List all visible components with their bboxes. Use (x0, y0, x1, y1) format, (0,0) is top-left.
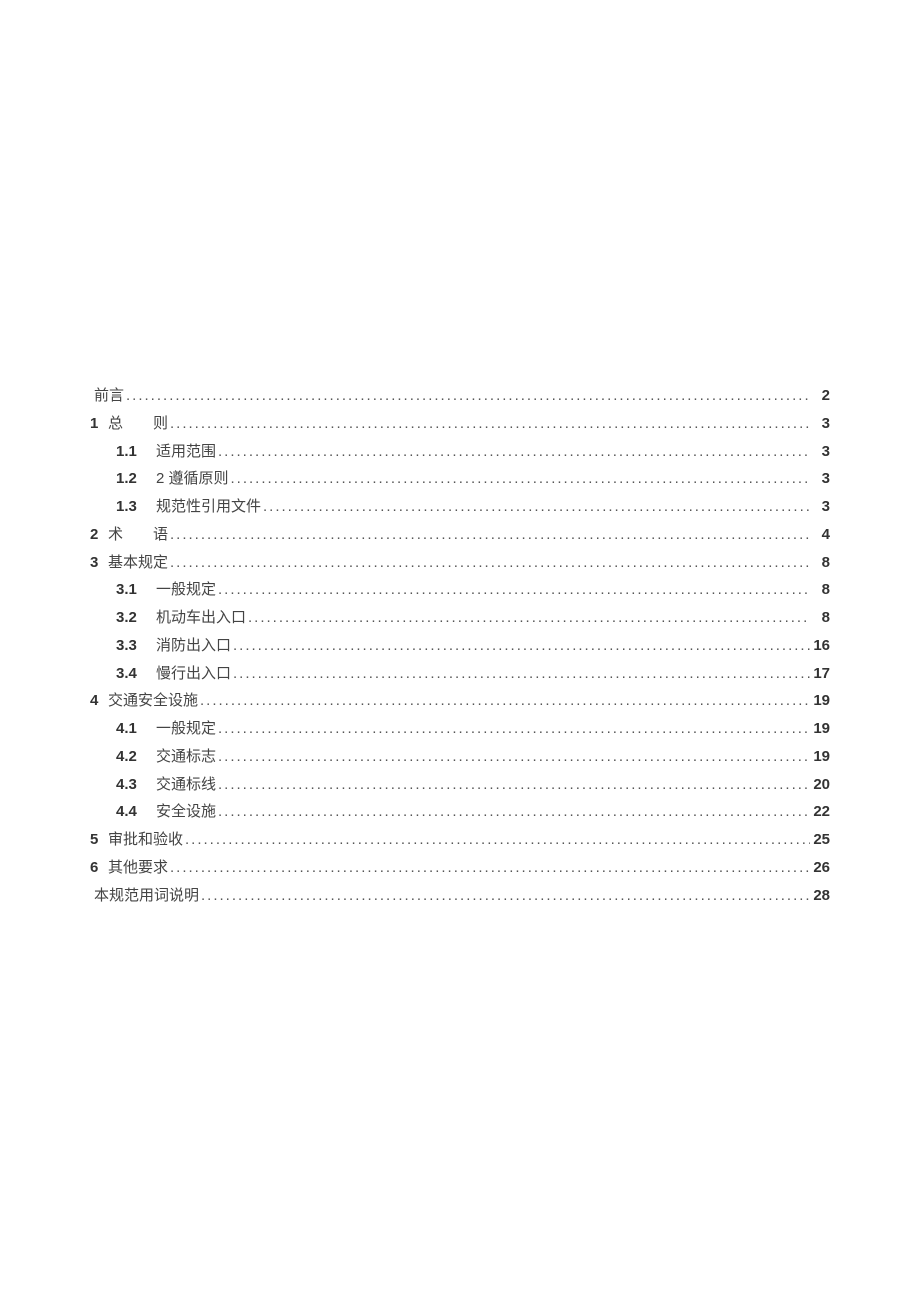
toc-row: 3.1 一般规定 8 (90, 576, 830, 604)
toc-title: 慢行出入口 (156, 660, 231, 688)
toc-leader-dots (218, 576, 810, 604)
toc-page-number: 8 (812, 549, 830, 577)
toc-title: 适用范围 (156, 438, 216, 466)
toc-num: 5 (90, 826, 104, 854)
toc-leader-dots (263, 493, 810, 521)
toc-subnum: 1.1 (116, 438, 146, 466)
toc-leader-dots (233, 632, 810, 660)
toc-row: 4 交通安全设施 19 (90, 687, 830, 715)
toc-title: 机动车出入口 (156, 604, 246, 632)
toc-row: 前言 2 (90, 382, 830, 410)
toc-page-number: 8 (812, 604, 830, 632)
toc-page-number: 20 (812, 771, 830, 799)
toc-subnum: 4.4 (116, 798, 146, 826)
toc-row: 4.4 安全设施 22 (90, 798, 830, 826)
toc-row: 1.2 2 遵循原则 3 (90, 465, 830, 493)
toc-row: 3 基本规定 8 (90, 549, 830, 577)
toc-title: 2 遵循原则 (156, 465, 229, 493)
toc-leader-dots (218, 798, 810, 826)
toc-leader-dots (170, 854, 810, 882)
toc-page-number: 2 (812, 382, 830, 410)
toc-leader-dots (233, 660, 810, 688)
toc-subnum: 3.4 (116, 660, 146, 688)
toc-page-number: 19 (812, 743, 830, 771)
toc-row: 3.4 慢行出入口 17 (90, 660, 830, 688)
toc-page-number: 3 (812, 410, 830, 438)
toc-title: 本规范用词说明 (94, 882, 199, 910)
toc-row: 1.1 适用范围 3 (90, 438, 830, 466)
toc-leader-dots (201, 882, 810, 910)
toc-container: 前言21 总 则31.1适用范围31.22 遵循原则31.3规范性引用文件32 … (90, 382, 830, 909)
toc-title: 审批和验收 (108, 826, 183, 854)
toc-leader-dots (170, 549, 810, 577)
toc-subnum: 4.1 (116, 715, 146, 743)
toc-page-number: 3 (812, 465, 830, 493)
toc-leader-dots (231, 465, 810, 493)
toc-subnum: 3.3 (116, 632, 146, 660)
toc-subnum: 1.3 (116, 493, 146, 521)
toc-page-number: 22 (812, 798, 830, 826)
toc-row: 3.2 机动车出入口 8 (90, 604, 830, 632)
toc-leader-dots (218, 715, 810, 743)
toc-page-number: 25 (812, 826, 830, 854)
toc-leader-dots (170, 410, 810, 438)
toc-num: 1 (90, 410, 104, 438)
toc-subnum: 4.2 (116, 743, 146, 771)
toc-page-number: 19 (812, 715, 830, 743)
toc-subnum: 3.1 (116, 576, 146, 604)
toc-row: 4.2 交通标志 19 (90, 743, 830, 771)
toc-title: 规范性引用文件 (156, 493, 261, 521)
toc-subnum: 4.3 (116, 771, 146, 799)
toc-row: 5 审批和验收 25 (90, 826, 830, 854)
toc-page-number: 28 (812, 882, 830, 910)
toc-row: 2 术 语 4 (90, 521, 830, 549)
toc-page-number: 16 (812, 632, 830, 660)
toc-num: 4 (90, 687, 104, 715)
toc-subnum: 1.2 (116, 465, 146, 493)
toc-page-number: 3 (812, 493, 830, 521)
toc-title: 一般规定 (156, 715, 216, 743)
toc-title: 一般规定 (156, 576, 216, 604)
toc-row: 4.1 一般规定 19 (90, 715, 830, 743)
toc-leader-dots (170, 521, 810, 549)
toc-row: 1.3 规范性引用文件 3 (90, 493, 830, 521)
toc-title: 基本规定 (108, 549, 168, 577)
toc-title: 交通标线 (156, 771, 216, 799)
toc-num: 6 (90, 854, 104, 882)
toc-row: 本规范用词说明 28 (90, 882, 830, 910)
toc-title: 交通标志 (156, 743, 216, 771)
toc-page-number: 17 (812, 660, 830, 688)
toc-title: 总 则 (108, 410, 168, 438)
toc-title: 术 语 (108, 521, 168, 549)
toc-leader-dots (185, 826, 810, 854)
toc-title: 消防出入口 (156, 632, 231, 660)
toc-num: 3 (90, 549, 104, 577)
toc-leader-dots (248, 604, 810, 632)
toc-row: 4.3 交通标线 20 (90, 771, 830, 799)
toc-title: 前言 (94, 382, 124, 410)
toc-leader-dots (200, 687, 810, 715)
toc-leader-dots (126, 382, 810, 410)
toc-row: 3.3 消防出入口 16 (90, 632, 830, 660)
toc-page-number: 3 (812, 438, 830, 466)
toc-page-number: 26 (812, 854, 830, 882)
toc-row: 1 总 则 3 (90, 410, 830, 438)
toc-num: 2 (90, 521, 104, 549)
toc-page-number: 4 (812, 521, 830, 549)
toc-row: 6 其他要求 26 (90, 854, 830, 882)
toc-title: 交通安全设施 (108, 687, 198, 715)
toc-title: 安全设施 (156, 798, 216, 826)
toc-leader-dots (218, 743, 810, 771)
toc-leader-dots (218, 438, 810, 466)
toc-subnum: 3.2 (116, 604, 146, 632)
toc-title: 其他要求 (108, 854, 168, 882)
toc-leader-dots (218, 771, 810, 799)
toc-page-number: 19 (812, 687, 830, 715)
toc-page-number: 8 (812, 576, 830, 604)
